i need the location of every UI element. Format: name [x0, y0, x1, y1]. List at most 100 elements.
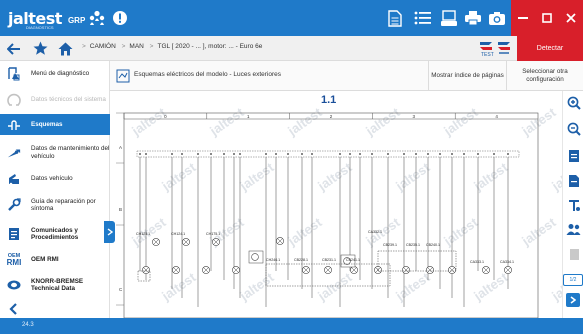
connector-label: CA333.1	[470, 260, 484, 264]
wire-junction	[197, 153, 199, 155]
select-configuration-button[interactable]: Seleccionar otra configuración	[506, 61, 583, 91]
next-page-button[interactable]	[566, 293, 580, 307]
wire-junction	[439, 153, 441, 155]
sidebar-item-diagnostic-menu[interactable]: Menú de diagnóstico	[0, 61, 110, 87]
sidebar-item-schematics[interactable]: Esquemas	[0, 114, 110, 135]
document-title: Esquemas eléctricos del modelo - Luces e…	[134, 71, 282, 78]
people-icon[interactable]	[86, 7, 108, 29]
zoom-in-icon[interactable]	[566, 95, 581, 110]
connector-label: CB241.1	[346, 258, 360, 262]
svg-text:TEST: TEST	[481, 52, 494, 57]
monitor-icon[interactable]	[438, 7, 460, 29]
sidebar-item-knorr-bremse[interactable]: KNORR-BREMSE Technical Data	[0, 271, 110, 299]
layers-icon[interactable]	[566, 247, 581, 262]
list-icon[interactable]	[412, 7, 434, 29]
camera-icon[interactable]	[486, 7, 508, 29]
sidebar-item-procedures[interactable]: Comunicados y Procedimientos	[0, 221, 110, 247]
connector-box	[377, 250, 457, 272]
show-page-index-button[interactable]: Mostrar índice de páginas	[428, 61, 506, 91]
minimize-button-2[interactable]	[511, 0, 535, 36]
schematic-document-icon	[116, 69, 130, 83]
watermark-text: jaltest	[440, 104, 481, 139]
close-button[interactable]	[559, 0, 583, 36]
vehicle-data-icon	[7, 172, 21, 186]
connector-label: CA334.1	[500, 260, 514, 264]
grid-column-label: 2	[330, 114, 333, 119]
sidebar-item-technical-data[interactable]: Datos técnicos del sistema	[0, 87, 110, 113]
wire-junction	[339, 153, 341, 155]
watermark-text: jaltest	[518, 104, 559, 139]
wiring-diagram[interactable]: jaltest jaltest jaltest jaltest jaltest jalte…	[116, 91, 562, 318]
back-arrow-icon[interactable]	[6, 39, 22, 58]
alert-icon[interactable]	[109, 7, 131, 29]
connector-label: CB235.1	[406, 243, 420, 247]
sidebar-item-label: Menú de diagnóstico	[31, 70, 90, 78]
sidebar-item-vehicle-data[interactable]: Datos vehículo	[0, 169, 110, 189]
wire-junction	[359, 153, 361, 155]
document-export-icon[interactable]	[566, 173, 581, 188]
wire-junction	[223, 153, 225, 155]
document-toolbar: Esquemas eléctricos del modelo - Luces e…	[110, 61, 583, 91]
test-connection-icon[interactable]: TEST	[478, 40, 494, 58]
sidebar-item-repair-guide[interactable]: Guía de reparación por síntoma	[0, 191, 110, 219]
sidebar: Menú de diagnóstico Datos técnicos del s…	[0, 61, 110, 318]
brand-grp: GRP	[67, 16, 86, 25]
wire-junction	[507, 153, 509, 155]
sidebar-item-maintenance[interactable]: Datos de mantenimiento del vehículo	[0, 138, 110, 167]
zoom-out-icon[interactable]	[566, 121, 581, 136]
breadcrumb-item-make[interactable]: MAN	[129, 43, 143, 50]
watermark-text: jaltest	[440, 214, 481, 249]
wire-junction	[139, 153, 141, 155]
grid-column-label: 4	[495, 114, 498, 119]
watermark-text: jaltest	[392, 269, 433, 304]
page-indicator: 1/2	[563, 274, 583, 286]
connector-label: CB231.1	[322, 258, 336, 262]
watermark-text: jaltest	[470, 269, 511, 304]
home-icon[interactable]	[57, 39, 73, 58]
watermark-text: jaltest	[236, 159, 277, 194]
collapse-sidebar-button[interactable]	[104, 221, 115, 243]
wire-junction	[349, 153, 351, 155]
wire-junction	[477, 153, 479, 155]
chevron-left-icon	[7, 302, 21, 316]
connector-label: CB228.1	[294, 258, 308, 262]
component-list-icon[interactable]	[566, 148, 581, 163]
breadcrumb-item-vehicle-type[interactable]: CAMIÓN	[90, 43, 116, 50]
watermark-text: jaltest	[236, 269, 277, 304]
printer-icon[interactable]	[462, 7, 484, 29]
users-icon[interactable]	[566, 222, 581, 237]
chevron-right-icon	[107, 228, 113, 236]
wire-junction	[463, 153, 465, 155]
motor-symbol	[251, 253, 259, 261]
watermark-text: jaltest	[128, 104, 169, 139]
watermark-text: jaltest	[548, 159, 562, 194]
watermark-text: jaltest	[158, 159, 199, 194]
wire-junction	[493, 153, 495, 155]
wire-junction	[239, 153, 241, 155]
sidebar-item-oem-rmi[interactable]: OEM RMI OEM RMI	[0, 249, 110, 271]
grid-row-label: C	[119, 287, 123, 292]
favorites-star-icon[interactable]	[32, 39, 49, 58]
top-bar: jaltest DIAGNOSTICS GRP ?	[0, 0, 583, 36]
wire-junction	[181, 153, 183, 155]
document-icon[interactable]	[384, 7, 406, 29]
breadcrumb-item-model[interactable]: TGL [ 2020 - ... ], motor: ... - Euro 6e	[157, 43, 262, 50]
sheet-number: 1.1	[321, 94, 337, 106]
test-autodetect-icon[interactable]	[496, 40, 512, 57]
wire-junction	[275, 153, 277, 155]
detect-button[interactable]: Detectar	[517, 36, 583, 61]
sidebar-item-label: Esquemas	[31, 120, 63, 128]
schematics-icon	[7, 118, 21, 132]
maximize-button-2[interactable]	[535, 0, 559, 36]
breadcrumb: > CAMIÓN > MAN > TGL [ 2020 - ... ], motor:…	[82, 43, 263, 50]
connector-label: CA332.1	[368, 230, 382, 234]
connector-label: CH175.1	[206, 232, 220, 236]
watermark-text: jaltest	[470, 159, 511, 194]
location-icon[interactable]	[566, 198, 581, 213]
watermark-text: jaltest	[548, 269, 562, 304]
wire-junction	[301, 153, 303, 155]
sidebar-back-button[interactable]	[0, 301, 110, 317]
diagnostic-menu-icon	[7, 67, 21, 81]
wiring-diagram-canvas: jaltest jaltest jaltest jaltest jaltest jalte…	[116, 104, 562, 318]
watermark-text: jaltest	[314, 269, 355, 304]
